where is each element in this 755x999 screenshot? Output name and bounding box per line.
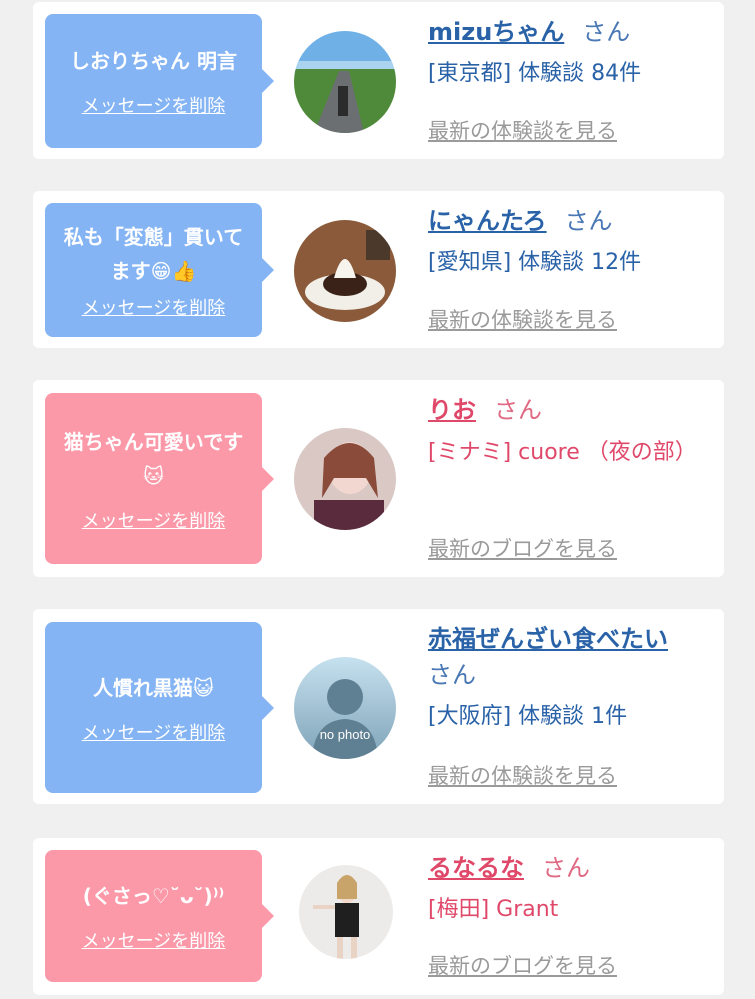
message-bubble: 猫ちゃん可愛いです🐱 メッセージを削除 xyxy=(45,393,274,564)
latest-post-link[interactable]: 最新のブログを見る xyxy=(428,533,617,563)
latest-post-link[interactable]: 最新の体験談を見る xyxy=(428,304,617,334)
message-card: 人慣れ黒猫😺 メッセージを削除 no photo 赤福ぜんざい食べたい さん [大… xyxy=(33,609,724,804)
user-info: 赤福ぜんざい食べたい さん [大阪府] 体験談 1件 最新の体験談を見る xyxy=(428,621,706,799)
latest-post-link[interactable]: 最新の体験談を見る xyxy=(428,115,617,145)
user-name-link[interactable]: るなるな xyxy=(428,854,524,882)
delete-message-link[interactable]: メッセージを削除 xyxy=(82,719,226,745)
girl-portrait-photo-icon xyxy=(294,428,396,530)
user-info: りお さん [ミナミ] cuore （夜の部） 最新のブログを見る xyxy=(428,392,706,572)
message-card: (ぐさっ♡˘ᴗ˘)⁾⁾ メッセージを削除 るなるな さん [梅田] Grant 最… xyxy=(33,838,724,995)
message-card: 私も「変態」貫いてます😁👍 メッセージを削除 にゃんたろ さん [愛知県] 体験談… xyxy=(33,191,724,348)
avatar[interactable] xyxy=(294,220,396,322)
dessert-photo-icon xyxy=(294,220,396,322)
honorific: さん xyxy=(428,661,476,689)
user-detail: [大阪府] 体験談 1件 xyxy=(428,704,628,729)
user-info: るなるな さん [梅田] Grant 最新のブログを見る xyxy=(428,850,706,990)
delete-message-link[interactable]: メッセージを削除 xyxy=(82,507,226,533)
message-bubble: しおりちゃん 明言 メッセージを削除 xyxy=(45,14,274,148)
user-detail: [愛知県] 体験談 12件 xyxy=(428,250,642,275)
user-name-link[interactable]: mizuちゃん xyxy=(428,18,564,46)
delete-message-link[interactable]: メッセージを削除 xyxy=(82,92,226,118)
message-text: しおりちゃん 明言 xyxy=(70,49,237,73)
honorific: さん xyxy=(582,18,631,46)
avatar[interactable] xyxy=(299,865,393,959)
user-name-link[interactable]: りお xyxy=(428,396,476,424)
avatar[interactable]: no photo xyxy=(294,657,396,759)
message-text: 人慣れ黒猫😺 xyxy=(93,675,214,700)
delete-message-link[interactable]: メッセージを削除 xyxy=(82,294,226,320)
message-bubble: (ぐさっ♡˘ᴗ˘)⁾⁾ メッセージを削除 xyxy=(45,850,274,982)
message-bubble: 人慣れ黒猫😺 メッセージを削除 xyxy=(45,622,274,793)
bunny-costume-photo-icon xyxy=(299,865,393,959)
honorific: さん xyxy=(542,854,590,882)
user-name-link[interactable]: 赤福ぜんざい食べたい xyxy=(428,625,668,653)
user-detail: [東京都] 体験談 84件 xyxy=(428,61,642,86)
honorific: さん xyxy=(494,396,542,424)
message-card: しおりちゃん 明言 メッセージを削除 mizuちゃん さん [東京都] 体験談 8… xyxy=(33,2,724,159)
road-landscape-photo-icon xyxy=(294,31,396,133)
latest-post-link[interactable]: 最新の体験談を見る xyxy=(428,760,617,790)
message-text: 猫ちゃん可愛いです🐱 xyxy=(63,429,244,488)
avatar[interactable] xyxy=(294,428,396,530)
message-bubble: 私も「変態」貫いてます😁👍 メッセージを削除 xyxy=(45,203,274,337)
user-info: にゃんたろ さん [愛知県] 体験談 12件 最新の体験談を見る xyxy=(428,203,706,343)
no-photo-label: no photo xyxy=(320,727,371,742)
message-card: 猫ちゃん可愛いです🐱 メッセージを削除 りお さん [ミナミ] cuore （夜の… xyxy=(33,380,724,577)
avatar[interactable] xyxy=(294,31,396,133)
no-photo-silhouette-icon: no photo xyxy=(294,657,396,759)
honorific: さん xyxy=(564,207,613,235)
message-text: 私も「変態」貫いてます😁👍 xyxy=(63,225,244,283)
user-detail: [ミナミ] cuore （夜の部） xyxy=(428,440,697,465)
latest-post-link[interactable]: 最新のブログを見る xyxy=(428,950,617,980)
user-info: mizuちゃん さん [東京都] 体験談 84件 最新の体験談を見る xyxy=(428,14,706,154)
user-detail: [梅田] Grant xyxy=(428,897,559,922)
user-name-link[interactable]: にゃんたろ xyxy=(428,207,547,235)
message-text: (ぐさっ♡˘ᴗ˘)⁾⁾ xyxy=(82,884,225,908)
delete-message-link[interactable]: メッセージを削除 xyxy=(82,927,226,953)
